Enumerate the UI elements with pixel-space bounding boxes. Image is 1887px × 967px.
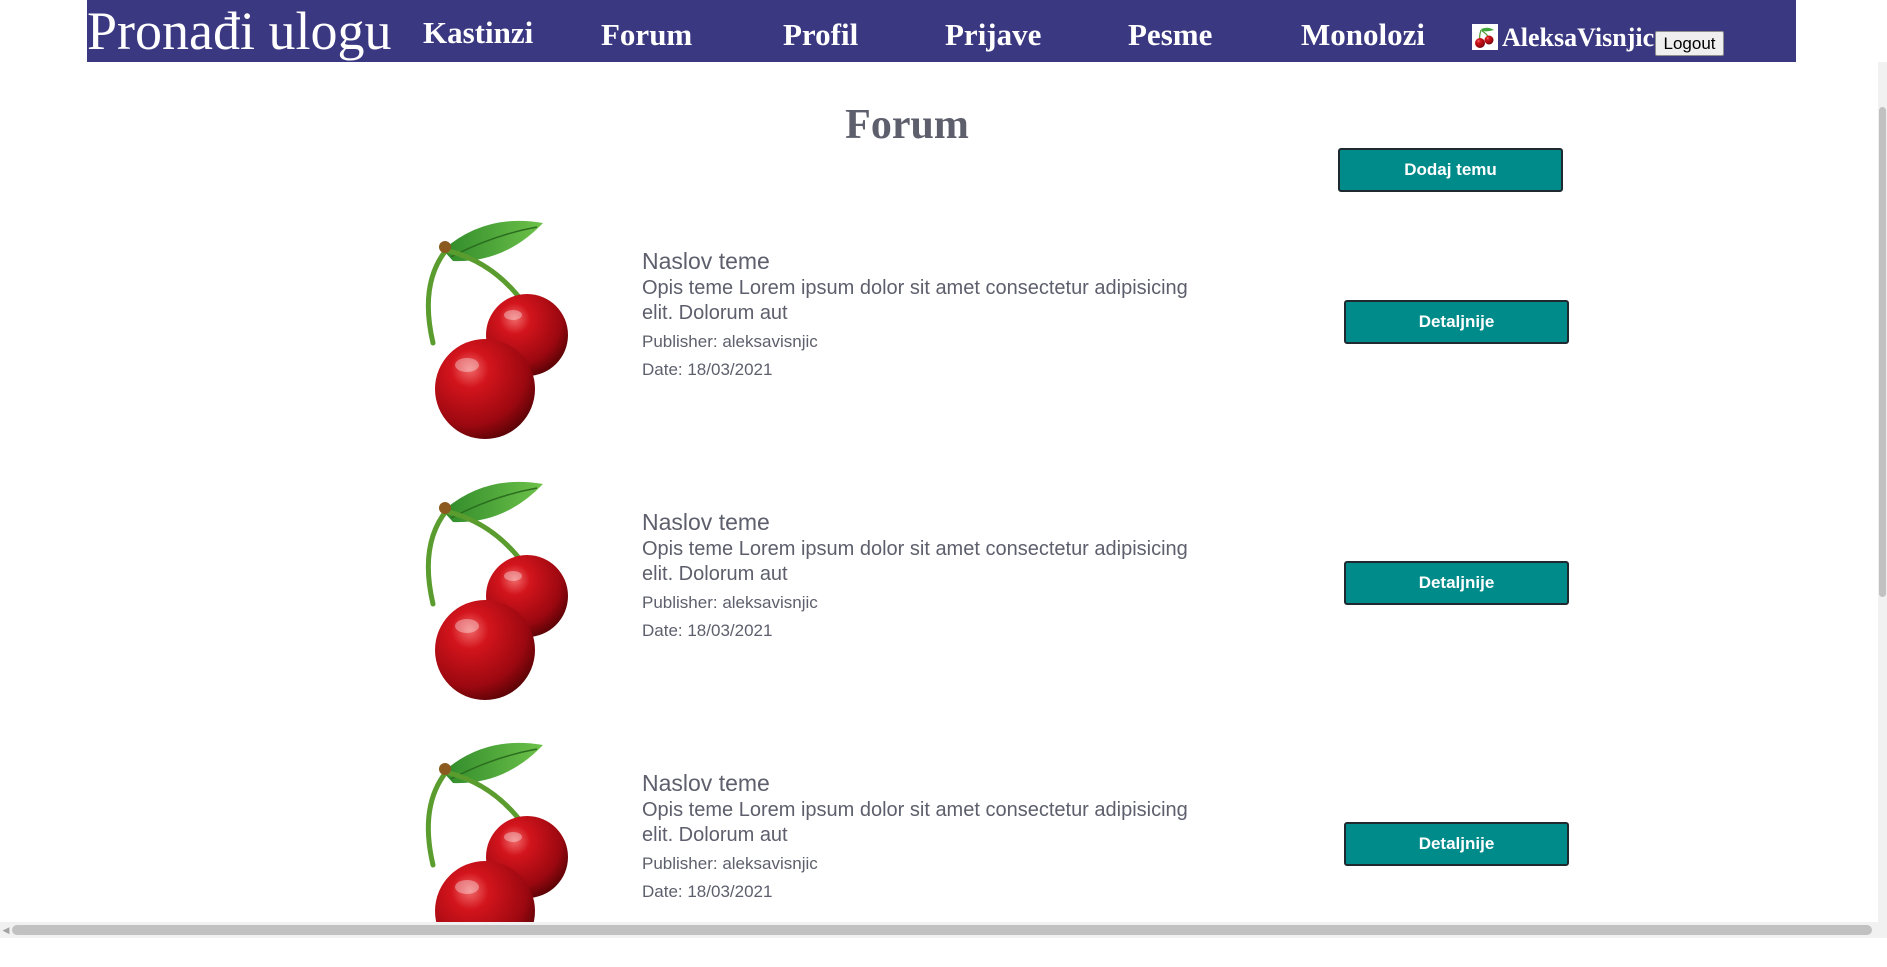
cherries-icon bbox=[1475, 27, 1494, 48]
topic-title: Naslov teme bbox=[642, 770, 770, 796]
topic-date: Date: 18/03/2021 bbox=[642, 882, 773, 901]
topic-date: Date: 18/03/2021 bbox=[642, 621, 773, 640]
nav-link-profil[interactable]: Profil bbox=[783, 17, 858, 53]
cherries-icon bbox=[425, 481, 568, 700]
cherries-icon bbox=[425, 220, 568, 439]
topic-card: Naslov teme Opis teme Lorem ipsum dolor … bbox=[0, 466, 1814, 706]
nav-link-monolozi[interactable]: Monolozi bbox=[1301, 17, 1425, 53]
topic-description: Opis teme Lorem ipsum dolor sit amet con… bbox=[642, 277, 1188, 324]
cherries-icon bbox=[425, 742, 568, 922]
topic-publisher: Publisher: aleksavisnjic bbox=[642, 593, 818, 612]
topic-publisher: Publisher: aleksavisnjic bbox=[642, 332, 818, 351]
vertical-scrollbar-thumb[interactable] bbox=[1879, 107, 1886, 597]
add-topic-button[interactable]: Dodaj temu bbox=[1338, 148, 1563, 192]
details-button[interactable]: Detaljnije bbox=[1344, 300, 1569, 344]
logout-button[interactable]: Logout bbox=[1655, 31, 1724, 56]
nav-link-pesme[interactable]: Pesme bbox=[1128, 17, 1212, 53]
topic-title: Naslov teme bbox=[642, 509, 770, 535]
nav-link-forum[interactable]: Forum bbox=[601, 17, 692, 53]
nav-link-prijave[interactable]: Prijave bbox=[945, 17, 1041, 53]
site-logo[interactable]: Pronađi ulogu bbox=[87, 0, 392, 62]
details-button[interactable]: Detaljnije bbox=[1344, 822, 1569, 866]
vertical-scrollbar[interactable] bbox=[1878, 62, 1887, 922]
topic-card: Naslov teme Opis teme Lorem ipsum dolor … bbox=[0, 205, 1814, 445]
scroll-left-icon[interactable]: ◀ bbox=[0, 922, 12, 938]
topic-title: Naslov teme bbox=[642, 248, 770, 274]
topic-publisher: Publisher: aleksavisnjic bbox=[642, 854, 818, 873]
top-navbar: Pronađi ulogu Kastinzi Forum Profil Prij… bbox=[87, 0, 1796, 62]
nav-username[interactable]: AleksaVisnjic bbox=[1502, 23, 1654, 53]
avatar[interactable] bbox=[1472, 24, 1498, 50]
horizontal-scrollbar-thumb[interactable] bbox=[12, 925, 1872, 935]
details-button[interactable]: Detaljnije bbox=[1344, 561, 1569, 605]
topic-description: Opis teme Lorem ipsum dolor sit amet con… bbox=[642, 799, 1188, 846]
page-title: Forum bbox=[845, 102, 969, 148]
horizontal-scrollbar[interactable]: ◀ bbox=[0, 922, 1887, 938]
nav-link-kastinzi[interactable]: Kastinzi bbox=[423, 15, 533, 51]
topic-date: Date: 18/03/2021 bbox=[642, 360, 773, 379]
topic-description: Opis teme Lorem ipsum dolor sit amet con… bbox=[642, 538, 1188, 585]
